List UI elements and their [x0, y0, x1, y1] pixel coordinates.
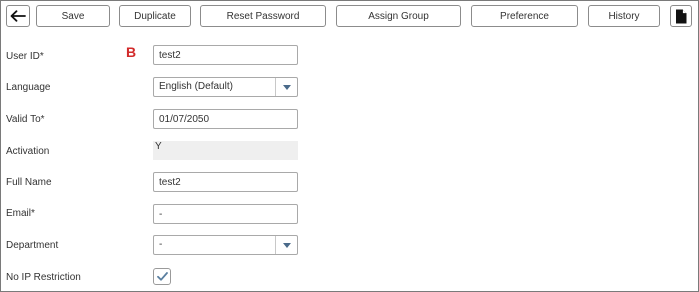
checkmark-icon	[156, 272, 168, 281]
language-label: Language	[6, 82, 51, 93]
language-select[interactable]: English (Default)	[153, 77, 298, 97]
email-label: Email*	[6, 208, 35, 219]
department-label: Department	[6, 240, 59, 251]
duplicate-button[interactable]: Duplicate	[119, 5, 191, 27]
user-edit-panel: Save Duplicate Reset Password Assign Gro…	[0, 0, 699, 292]
full-name-label: Full Name	[6, 177, 52, 188]
annotation-marker: B	[126, 44, 137, 60]
valid-to-input[interactable]	[153, 109, 298, 129]
history-button[interactable]: History	[588, 5, 660, 27]
save-button[interactable]: Save	[36, 5, 110, 27]
activation-value: Y	[155, 141, 162, 152]
email-input[interactable]	[153, 204, 298, 224]
activation-label: Activation	[6, 146, 50, 157]
reset-password-button[interactable]: Reset Password	[200, 5, 326, 27]
no-ip-restriction-checkbox[interactable]	[153, 268, 171, 285]
department-select[interactable]: -	[153, 235, 298, 255]
assign-group-button[interactable]: Assign Group	[336, 5, 461, 27]
user-id-input[interactable]	[153, 45, 298, 65]
no-ip-restriction-label: No IP Restriction	[6, 272, 81, 283]
back-arrow-icon	[10, 10, 26, 22]
dropdown-arrow[interactable]	[275, 78, 297, 96]
document-button[interactable]	[670, 5, 692, 27]
valid-to-label: Valid To*	[6, 114, 45, 125]
user-id-label: User ID*	[6, 51, 44, 62]
preference-button[interactable]: Preference	[471, 5, 578, 27]
full-name-input[interactable]	[153, 172, 298, 192]
document-icon	[676, 9, 687, 23]
department-selected-value: -	[159, 239, 163, 250]
chevron-down-icon	[282, 84, 291, 90]
dropdown-arrow[interactable]	[275, 236, 297, 254]
chevron-down-icon	[282, 242, 291, 248]
language-selected-value: English (Default)	[159, 81, 233, 92]
activation-field: Y	[153, 141, 298, 160]
back-button[interactable]	[6, 5, 30, 27]
